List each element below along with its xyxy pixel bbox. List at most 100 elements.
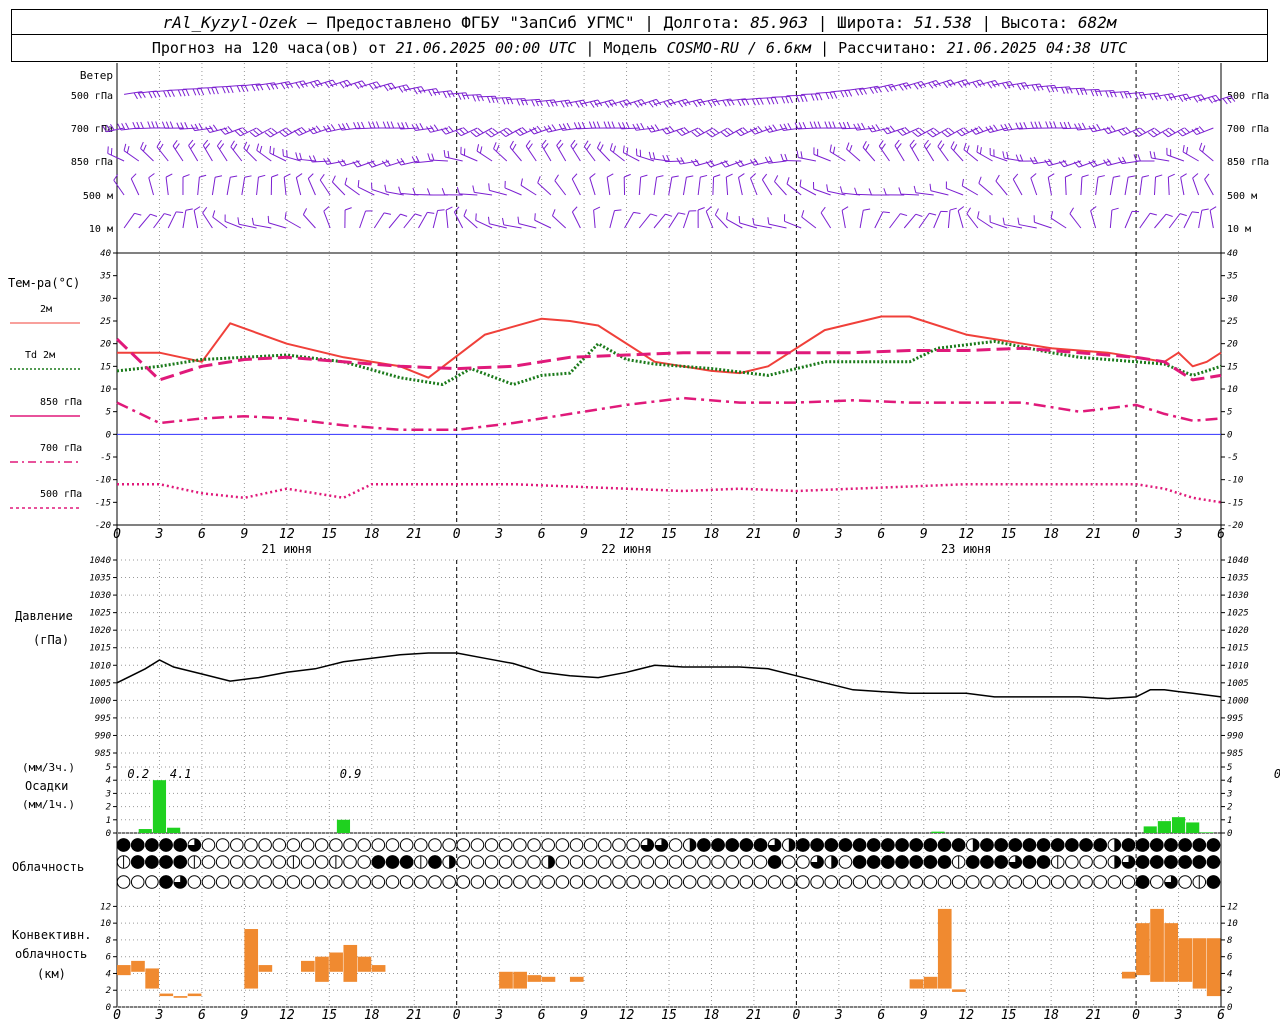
wind-barb-feather [236, 85, 241, 93]
temp-tick-label-left: 5 [106, 408, 111, 418]
wind-barb-feather [1078, 123, 1083, 130]
wind-barb [172, 145, 184, 162]
cloud-symbol [1093, 855, 1107, 869]
wind-barb-feather [243, 141, 248, 149]
wind-barb-feather [596, 121, 601, 129]
wind-barb-feather [155, 121, 159, 129]
wind-barb-feather [1030, 173, 1037, 179]
wind-barb [1139, 177, 1143, 196]
wind-barb-feather [1035, 84, 1040, 91]
wind-barb-feather [622, 145, 625, 153]
cloud-symbol-fill [1178, 838, 1192, 852]
wind-barb-feather [445, 206, 453, 211]
wind-barb-feather [820, 206, 826, 214]
wind-barb-feather [1012, 173, 1019, 180]
convective-bar [371, 965, 386, 972]
wind-barb [923, 145, 935, 162]
wind-barb-feather [1098, 89, 1103, 97]
wind-barb [1198, 210, 1203, 229]
cloud-symbol [782, 875, 796, 889]
wind-barb-feather [136, 121, 140, 129]
pressure-panel-title: Давление [15, 609, 73, 623]
wind-barb-feather [521, 126, 528, 133]
wind-barb-feather [190, 124, 196, 131]
cloud-symbol-fill [428, 855, 442, 869]
wind-barb-feather [264, 132, 271, 138]
wind-barb-feather [841, 206, 849, 211]
cloud-symbol [1065, 875, 1079, 889]
wind-barb-feather [946, 80, 952, 87]
wind-barb-feather [1044, 159, 1050, 166]
cloud-symbol-fill [909, 855, 923, 869]
wind-barb-feather [1033, 156, 1038, 164]
wind-barb-feather [928, 82, 934, 89]
convective-bar [244, 929, 259, 989]
hour-label-temp: 18 [1043, 527, 1059, 542]
wind-barb-feather [271, 128, 278, 134]
hour-label-bottom: 21 [1086, 1008, 1102, 1023]
wind-barb-feather [711, 99, 717, 107]
wind-barb-feather [884, 85, 889, 93]
cloud-symbol [937, 875, 952, 889]
wind-barb-feather [1137, 154, 1141, 162]
wind-barb-feather [152, 91, 157, 98]
wind-barb-feather [280, 82, 286, 90]
convective-bar [1192, 938, 1207, 989]
wind-barb-feather [496, 144, 500, 152]
wind-barb-feather [230, 140, 235, 148]
wind-barb-feather [341, 159, 347, 166]
wind-barb [202, 145, 213, 162]
wind-barb-feather [212, 210, 216, 218]
cloud-symbol-fill [1114, 838, 1121, 852]
cloud-symbol-fill [1079, 838, 1093, 852]
wind-barb-feather [539, 99, 543, 106]
wind-barb-feather [202, 139, 209, 146]
wind-barb-feather [232, 143, 238, 151]
temp-tick-label-left: 15 [100, 362, 111, 372]
wind-barb-feather [323, 206, 330, 212]
wind-barb-feather [148, 173, 155, 179]
pressure-tick-label-right: 1010 [1227, 661, 1249, 671]
convective-bar [315, 956, 329, 982]
wind-barb-feather [472, 185, 475, 193]
wind-barb-feather [757, 125, 763, 132]
wind-barb-feather [727, 127, 734, 134]
wind-barb [761, 179, 773, 196]
wind-barb [319, 179, 331, 196]
hour-label-bottom: 9 [920, 1008, 928, 1023]
wind-barb-feather [1038, 121, 1042, 129]
cloud-symbol-fill [937, 855, 952, 869]
wind-barb-feather [556, 139, 562, 146]
wind-barb-feather [829, 144, 832, 152]
convective-bar [569, 976, 584, 982]
wind-barb-feather [1047, 173, 1055, 178]
wind-barb-feather [697, 207, 705, 211]
wind-barb-feather [148, 91, 153, 99]
wind-barb-feather [683, 126, 690, 133]
hour-label-temp: 0 [113, 527, 121, 542]
convective-cloud-panel: 0 0 2 2 4 4 6 6 8 8 10 10 12 12 Конвективн. облачность (… [12, 902, 1238, 1013]
precip-tick-label-right: 0 [1227, 829, 1232, 839]
wind-barb-feather [427, 153, 431, 161]
cloud-symbol [498, 855, 513, 869]
wind-barb-feather [785, 96, 789, 104]
wind-barb-feather [485, 132, 492, 138]
wind-barb-feather [520, 98, 525, 106]
hour-label-bottom: 21 [406, 1008, 422, 1023]
cloud-symbol [527, 855, 541, 869]
wind-barb-feather [554, 174, 559, 181]
cloud-symbol [838, 855, 853, 869]
wind-barb-feather [848, 89, 853, 97]
wind-barb-feather [258, 174, 266, 178]
cloud-symbol [329, 838, 343, 852]
temp-tick-label-right: 30 [1226, 294, 1238, 304]
wind-barb-feather [766, 97, 771, 105]
wind-barb-feather [227, 125, 233, 132]
conv-panel-units: (км) [37, 967, 66, 981]
wind-barb-feather [692, 100, 698, 108]
wind-barb-feather [846, 142, 850, 150]
precip-tick-label-right: 5 [1227, 763, 1232, 773]
wind-barb [1051, 86, 1070, 89]
wind-barb-feather [691, 131, 698, 137]
wind-barb-feather [531, 99, 535, 107]
